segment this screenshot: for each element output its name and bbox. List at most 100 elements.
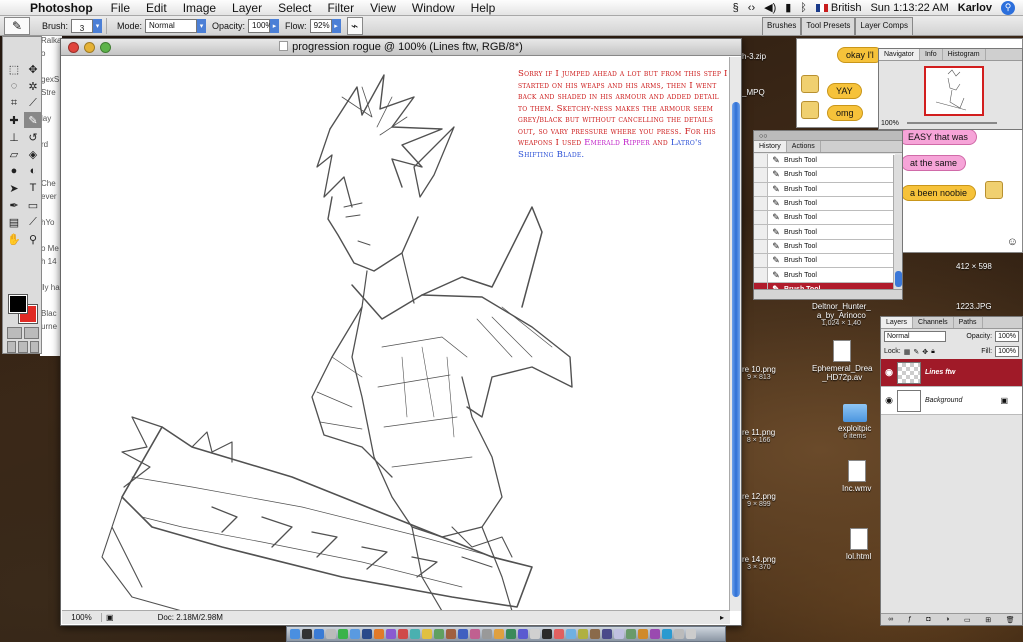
battery-icon[interactable]: ▮ bbox=[785, 1, 791, 14]
app-icon[interactable] bbox=[386, 629, 396, 639]
volume-icon[interactable]: ◀) bbox=[764, 1, 776, 14]
brush-picker-arrow-icon[interactable]: ▾ bbox=[93, 18, 103, 33]
spotlight-icon[interactable]: ⚲ bbox=[1001, 0, 1015, 15]
desktop-folder[interactable]: exploitpic 6 items bbox=[838, 404, 871, 440]
desktop-file[interactable]: h-3.zip bbox=[742, 52, 766, 61]
app-icon[interactable] bbox=[638, 629, 648, 639]
desktop-file[interactable]: re 11.png 8 × 166 bbox=[742, 428, 775, 444]
fill-field[interactable]: 100% bbox=[995, 346, 1019, 357]
zoom-level[interactable]: 100% bbox=[62, 613, 102, 622]
desktop-file[interactable]: re 12.png 9 × 899 bbox=[742, 492, 776, 508]
app-icon[interactable] bbox=[662, 629, 672, 639]
lock-transparency-icon[interactable]: ▦ bbox=[904, 348, 911, 356]
history-brush-tool-icon[interactable]: ↺ bbox=[24, 129, 42, 145]
app-icon[interactable] bbox=[530, 629, 540, 639]
app-icon[interactable] bbox=[542, 629, 552, 639]
menu-file[interactable]: File bbox=[103, 1, 138, 15]
desktop-file[interactable]: Ephemeral_Drea _HD72p.av bbox=[812, 340, 872, 382]
blend-mode-select[interactable]: Normal bbox=[884, 331, 946, 342]
brush-tool-icon[interactable]: ✎ bbox=[24, 112, 42, 128]
screen-modes[interactable] bbox=[7, 341, 39, 353]
menu-window[interactable]: Window bbox=[404, 1, 463, 15]
tab-layer-comps[interactable]: Layer Comps bbox=[855, 16, 913, 35]
app-icon[interactable] bbox=[674, 629, 684, 639]
desktop-file[interactable]: _MPQ bbox=[742, 88, 765, 97]
app-icon[interactable] bbox=[602, 629, 612, 639]
layer-opacity-field[interactable]: 100% bbox=[995, 331, 1019, 342]
history-item[interactable]: ✎ Brush Tool bbox=[754, 154, 895, 169]
history-item[interactable]: ✎ Brush Tool bbox=[754, 254, 895, 269]
type-tool-icon[interactable]: T bbox=[24, 180, 42, 196]
zoom-tool-icon[interactable]: ⚲ bbox=[24, 231, 42, 247]
menu-select[interactable]: Select bbox=[270, 1, 319, 15]
document-titlebar[interactable]: progression rogue @ 100% (Lines ftw, RGB… bbox=[61, 39, 741, 56]
app-icon[interactable] bbox=[482, 629, 492, 639]
app-icon[interactable] bbox=[554, 629, 564, 639]
bluetooth-icon[interactable]: ᛒ bbox=[800, 2, 807, 14]
desktop-file[interactable]: re 14.png 3 × 370 bbox=[742, 555, 776, 571]
app-menu[interactable]: Photoshop bbox=[28, 1, 103, 15]
tab-actions[interactable]: Actions bbox=[787, 141, 821, 152]
eye-icon[interactable]: ◉ bbox=[881, 367, 897, 378]
pen-tool-icon[interactable]: ✒ bbox=[5, 197, 23, 213]
tab-channels[interactable]: Channels bbox=[913, 317, 954, 328]
quick-mask-modes[interactable] bbox=[7, 327, 39, 339]
canvas[interactable]: Sorry if I jumped ahead a lot but from t… bbox=[62, 57, 730, 611]
foreground-color-swatch[interactable] bbox=[8, 294, 28, 314]
menu-filter[interactable]: Filter bbox=[319, 1, 362, 15]
navigator-zoom[interactable]: 100% bbox=[881, 120, 899, 127]
marquee-tool-icon[interactable]: ⬚ bbox=[5, 61, 23, 77]
flow-arrow-icon[interactable]: ▸ bbox=[331, 18, 341, 33]
healing-brush-tool-icon[interactable]: ✚ bbox=[5, 112, 23, 128]
brush-size-picker[interactable]: 3 bbox=[71, 18, 94, 33]
history-item[interactable]: ✎ Brush Tool bbox=[754, 211, 895, 226]
tab-history[interactable]: History bbox=[754, 141, 787, 152]
app-icon[interactable] bbox=[446, 629, 456, 639]
dodge-tool-icon[interactable]: ◐ bbox=[24, 163, 42, 179]
airbrush-icon[interactable]: ⌁ bbox=[346, 16, 363, 35]
vertical-scrollbar[interactable] bbox=[729, 57, 741, 611]
desktop-file[interactable]: 1223.JPG bbox=[956, 302, 992, 311]
menu-view[interactable]: View bbox=[362, 1, 404, 15]
tab-navigator[interactable]: Navigator bbox=[879, 49, 920, 60]
path-selection-tool-icon[interactable]: ➤ bbox=[5, 180, 23, 196]
status-menu-icon[interactable]: ▣ bbox=[102, 613, 118, 622]
app-icon[interactable] bbox=[410, 629, 420, 639]
app-icon[interactable] bbox=[458, 629, 468, 639]
notes-tool-icon[interactable]: ▤ bbox=[5, 214, 23, 230]
lock-pixels-icon[interactable]: ✎ bbox=[913, 348, 919, 356]
menu-clock[interactable]: Sun 1:13:22 AM bbox=[870, 2, 948, 14]
tab-layers[interactable]: Layers bbox=[881, 317, 914, 328]
chat-app-icon[interactable] bbox=[338, 629, 348, 639]
tab-brushes[interactable]: Brushes bbox=[762, 16, 802, 35]
slice-tool-icon[interactable]: ⟋ bbox=[24, 95, 42, 111]
tab-histogram[interactable]: Histogram bbox=[943, 49, 986, 60]
browser-icon[interactable] bbox=[314, 629, 324, 639]
blur-tool-icon[interactable]: ● bbox=[5, 163, 23, 179]
shape-tool-icon[interactable]: ▭ bbox=[24, 197, 42, 213]
user-menu[interactable]: Karlov bbox=[958, 2, 992, 14]
mail-icon[interactable] bbox=[326, 629, 336, 639]
history-item[interactable]: ✎ Brush Tool bbox=[754, 225, 895, 240]
firefox-icon[interactable] bbox=[374, 629, 384, 639]
app-icon[interactable] bbox=[398, 629, 408, 639]
app-icon[interactable] bbox=[650, 629, 660, 639]
history-item[interactable]: ✎ Brush Tool bbox=[754, 239, 895, 255]
menu-edit[interactable]: Edit bbox=[138, 1, 175, 15]
script-menu-icon[interactable]: § bbox=[733, 2, 739, 14]
mode-arrow-icon[interactable]: ▾ bbox=[197, 18, 207, 33]
history-item[interactable]: ✎ Brush Tool bbox=[754, 168, 895, 183]
crop-tool-icon[interactable]: ⌗ bbox=[5, 95, 23, 111]
clone-stamp-tool-icon[interactable]: ⊥ bbox=[5, 129, 23, 145]
desktop-file[interactable]: Deltnor_Hunter_ a_by_Arinoco 1,024 × 1,4… bbox=[812, 302, 871, 327]
menu-help[interactable]: Help bbox=[463, 1, 504, 15]
app-icon[interactable] bbox=[494, 629, 504, 639]
trash-icon[interactable]: 🗑︎ bbox=[1006, 616, 1015, 624]
layer-row-selected[interactable]: ◉ Lines ftw bbox=[881, 359, 1022, 387]
flow-field[interactable]: 92% bbox=[309, 18, 332, 33]
tab-info[interactable]: Info bbox=[920, 49, 943, 60]
app-icon[interactable] bbox=[578, 629, 588, 639]
emoji-icon[interactable]: ☺ bbox=[1007, 236, 1018, 248]
eyedropper-tool-icon[interactable]: ⟋ bbox=[24, 214, 42, 230]
scroll-thumb[interactable] bbox=[895, 271, 902, 287]
